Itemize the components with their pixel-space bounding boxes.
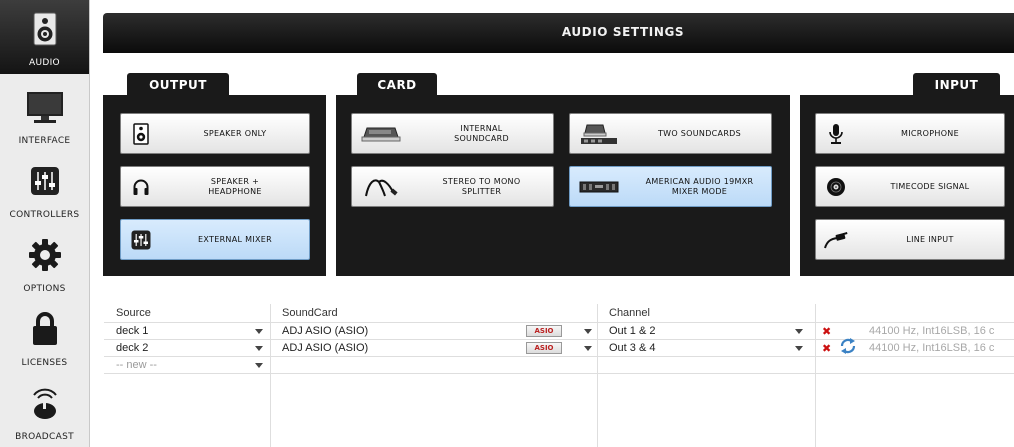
sidebar-item-controllers[interactable]: CONTROLLERS bbox=[0, 152, 89, 226]
sidebar-item-audio[interactable]: AUDIO bbox=[0, 0, 89, 74]
column-header-channel: Channel bbox=[609, 307, 650, 319]
button-label: STEREO TO MONO SPLITTER bbox=[442, 176, 521, 196]
mixer-sliders-icon bbox=[30, 152, 60, 210]
speaker-icon bbox=[121, 122, 161, 145]
american-audio-19mxr-mixer-mode-button[interactable]: AMERICAN AUDIO 19MXR MIXER MODE bbox=[569, 166, 772, 207]
soundcard-select[interactable]: ADJ ASIO (ASIO) bbox=[276, 323, 516, 339]
external-mixer-button[interactable]: EXTERNAL MIXER bbox=[120, 219, 310, 260]
gear-icon bbox=[28, 226, 62, 284]
chevron-down-icon[interactable] bbox=[795, 346, 803, 351]
channel-select[interactable]: Out 1 & 2 bbox=[603, 323, 793, 339]
channel-select[interactable]: Out 3 & 4 bbox=[603, 340, 793, 356]
button-label: SPEAKER ONLY bbox=[203, 128, 267, 138]
source-select[interactable]: deck 2 bbox=[110, 340, 250, 356]
column-header-source: Source bbox=[116, 307, 151, 319]
monitor-icon bbox=[26, 78, 64, 136]
tab-card: CARD bbox=[357, 73, 437, 96]
asio-config-button[interactable]: ASIO bbox=[526, 325, 562, 337]
microphone-button[interactable]: MICROPHONE bbox=[815, 113, 1005, 154]
page-title: AUDIO SETTINGS bbox=[561, 25, 685, 39]
dj-mixer-icon bbox=[570, 180, 628, 194]
chevron-down-icon[interactable] bbox=[255, 363, 263, 368]
column-header-soundcard: SoundCard bbox=[282, 307, 338, 319]
tab-output: OUTPUT bbox=[127, 73, 229, 96]
sidebar-item-label: OPTIONS bbox=[23, 284, 66, 294]
format-info: 44100 Hz, Int16LSB, 16 c bbox=[869, 325, 995, 337]
chevron-down-icon[interactable] bbox=[795, 329, 803, 334]
sidebar-item-label: AUDIO bbox=[29, 58, 60, 68]
sidebar-item-broadcast[interactable]: BROADCAST bbox=[0, 374, 89, 447]
timecode-signal-button[interactable]: TIMECODE SIGNAL bbox=[815, 166, 1005, 207]
splitter-cable-icon bbox=[352, 176, 410, 198]
tab-input: INPUT bbox=[913, 73, 1000, 96]
sidebar-item-label: BROADCAST bbox=[15, 432, 74, 442]
new-source-select[interactable]: -- new -- bbox=[110, 357, 250, 373]
cable-icon bbox=[816, 231, 856, 249]
mixer-sliders-icon bbox=[121, 230, 161, 250]
lock-icon bbox=[30, 300, 60, 358]
internal-soundcard-button[interactable]: INTERNAL SOUNDCARD bbox=[351, 113, 554, 154]
button-label: MICROPHONE bbox=[901, 128, 959, 138]
button-label: INTERNAL SOUNDCARD bbox=[454, 123, 509, 143]
chevron-down-icon[interactable] bbox=[584, 329, 592, 334]
chevron-down-icon[interactable] bbox=[255, 346, 263, 351]
stereo-to-mono-splitter-button[interactable]: STEREO TO MONO SPLITTER bbox=[351, 166, 554, 207]
soundcard-icon bbox=[352, 125, 410, 143]
speaker-headphone-button[interactable]: SPEAKER + HEADPHONE bbox=[120, 166, 310, 207]
sidebar: AUDIO INTERFACE CONTROLLERS OPTIONS LICE… bbox=[0, 0, 90, 447]
vinyl-icon bbox=[816, 177, 856, 197]
delete-icon[interactable]: ✖ bbox=[822, 340, 831, 357]
source-select[interactable]: deck 1 bbox=[110, 323, 250, 339]
two-soundcards-icon bbox=[570, 123, 628, 145]
format-info: 44100 Hz, Int16LSB, 16 c bbox=[869, 342, 995, 354]
line-input-button[interactable]: LINE INPUT bbox=[815, 219, 1005, 260]
delete-icon[interactable]: ✖ bbox=[822, 323, 831, 340]
asio-config-button[interactable]: ASIO bbox=[526, 342, 562, 354]
chevron-down-icon[interactable] bbox=[255, 329, 263, 334]
speaker-icon bbox=[32, 0, 58, 58]
table-header-row: Source SoundCard Channel bbox=[104, 304, 1014, 323]
button-label: AMERICAN AUDIO 19MXR MIXER MODE bbox=[645, 176, 754, 196]
sidebar-item-label: LICENSES bbox=[21, 358, 68, 368]
broadcast-icon bbox=[28, 374, 62, 432]
sidebar-item-licenses[interactable]: LICENSES bbox=[0, 300, 89, 374]
button-label: EXTERNAL MIXER bbox=[198, 234, 272, 244]
sidebar-item-options[interactable]: OPTIONS bbox=[0, 226, 89, 300]
microphone-icon bbox=[816, 123, 856, 145]
table-row: deck 1 ADJ ASIO (ASIO) ASIO Out 1 & 2 ✖ … bbox=[104, 323, 1014, 340]
headphone-icon bbox=[121, 178, 161, 196]
table-row: deck 2 ADJ ASIO (ASIO) ASIO Out 3 & 4 ✖ … bbox=[104, 340, 1014, 357]
title-bar: AUDIO SETTINGS bbox=[103, 13, 1014, 53]
chevron-down-icon[interactable] bbox=[584, 346, 592, 351]
button-label: TWO SOUNDCARDS bbox=[657, 128, 742, 138]
button-label: SPEAKER + HEADPHONE bbox=[208, 176, 262, 196]
sidebar-item-label: CONTROLLERS bbox=[9, 210, 80, 220]
speaker-only-button[interactable]: SPEAKER ONLY bbox=[120, 113, 310, 154]
button-label: TIMECODE SIGNAL bbox=[890, 181, 970, 191]
soundcard-select[interactable]: ADJ ASIO (ASIO) bbox=[276, 340, 516, 356]
button-label: LINE INPUT bbox=[906, 234, 954, 244]
table-row-new: -- new -- bbox=[104, 357, 1014, 374]
two-soundcards-button[interactable]: TWO SOUNDCARDS bbox=[569, 113, 772, 154]
sidebar-item-interface[interactable]: INTERFACE bbox=[0, 78, 89, 152]
audio-routing-table: Source SoundCard Channel deck 1 ADJ ASIO… bbox=[104, 304, 1014, 374]
refresh-icon[interactable] bbox=[838, 333, 858, 359]
sidebar-item-label: INTERFACE bbox=[18, 136, 71, 146]
